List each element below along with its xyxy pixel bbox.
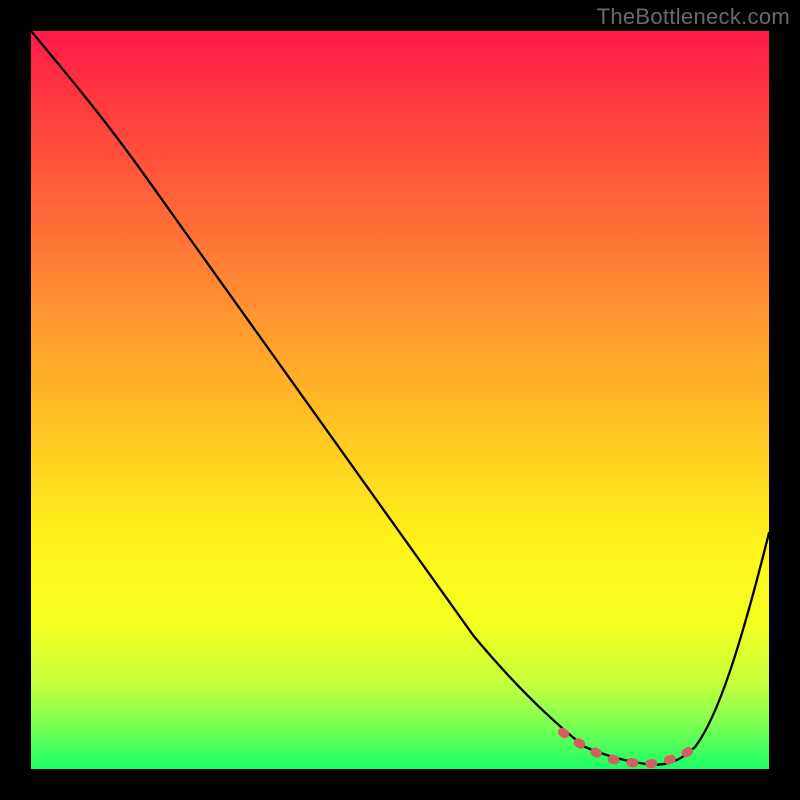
chart-svg	[31, 31, 769, 769]
chart-frame: TheBottleneck.com	[0, 0, 800, 800]
highlight-line	[562, 732, 695, 764]
watermark-text: TheBottleneck.com	[597, 4, 790, 30]
plot-area	[31, 31, 769, 769]
curve-line	[31, 31, 769, 765]
